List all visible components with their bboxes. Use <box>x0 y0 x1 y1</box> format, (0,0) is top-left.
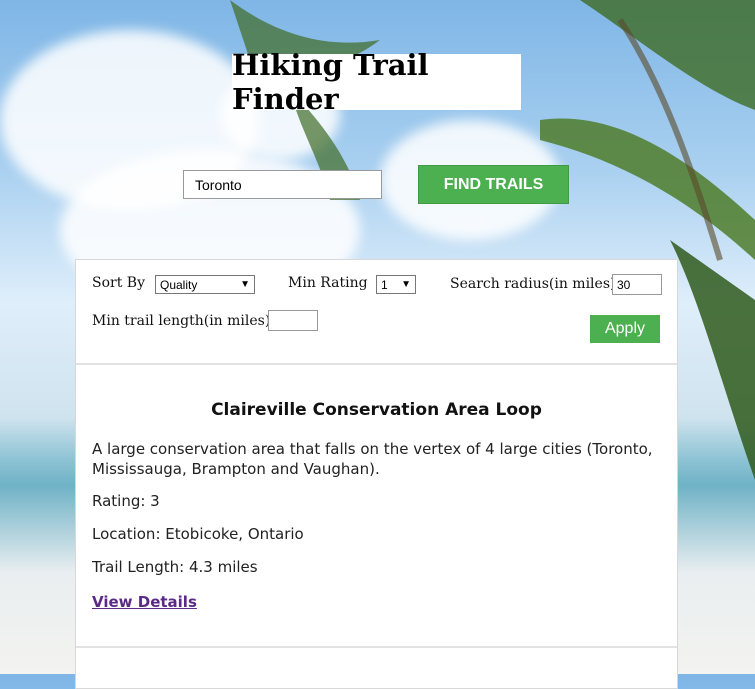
min-length-input[interactable] <box>268 310 318 331</box>
min-rating-select[interactable]: 1 ▼ <box>376 275 416 294</box>
radius-label: Search radius(in miles) <box>450 276 616 292</box>
min-rating-label: Min Rating <box>288 275 368 291</box>
trail-length: Trail Length: 4.3 miles <box>92 558 258 576</box>
apply-button[interactable]: Apply <box>590 315 660 343</box>
view-details-link[interactable]: View Details <box>92 593 197 611</box>
results-panel: Sort By Quality ▼ Min Rating 1 ▼ Search … <box>75 259 678 689</box>
page-title: Hiking Trail Finder <box>232 48 429 116</box>
filters-bar: Sort By Quality ▼ Min Rating 1 ▼ Search … <box>76 260 677 365</box>
radius-input[interactable] <box>612 274 662 295</box>
trail-name: Claireville Conservation Area Loop <box>211 400 542 420</box>
trail-description: A large conservation area that falls on … <box>92 440 653 478</box>
sort-by-value: Quality <box>160 277 198 292</box>
caret-down-icon: ▼ <box>240 279 250 290</box>
title-banner: Hiking Trail Finder <box>232 48 521 116</box>
sort-by-select[interactable]: Quality ▼ <box>155 275 255 294</box>
next-trail-result <box>76 648 677 688</box>
find-trails-button[interactable]: FIND TRAILS <box>418 165 569 204</box>
min-length-label: Min trail length(in miles) <box>92 313 271 329</box>
trail-result: Claireville Conservation Area Loop A lar… <box>76 365 677 648</box>
trail-location: Location: Etobicoke, Ontario <box>92 525 304 543</box>
search-input[interactable] <box>183 170 382 199</box>
sort-by-label: Sort By <box>92 275 145 291</box>
min-rating-value: 1 <box>381 277 388 292</box>
trail-rating: Rating: 3 <box>92 492 160 510</box>
caret-down-icon: ▼ <box>401 279 411 290</box>
